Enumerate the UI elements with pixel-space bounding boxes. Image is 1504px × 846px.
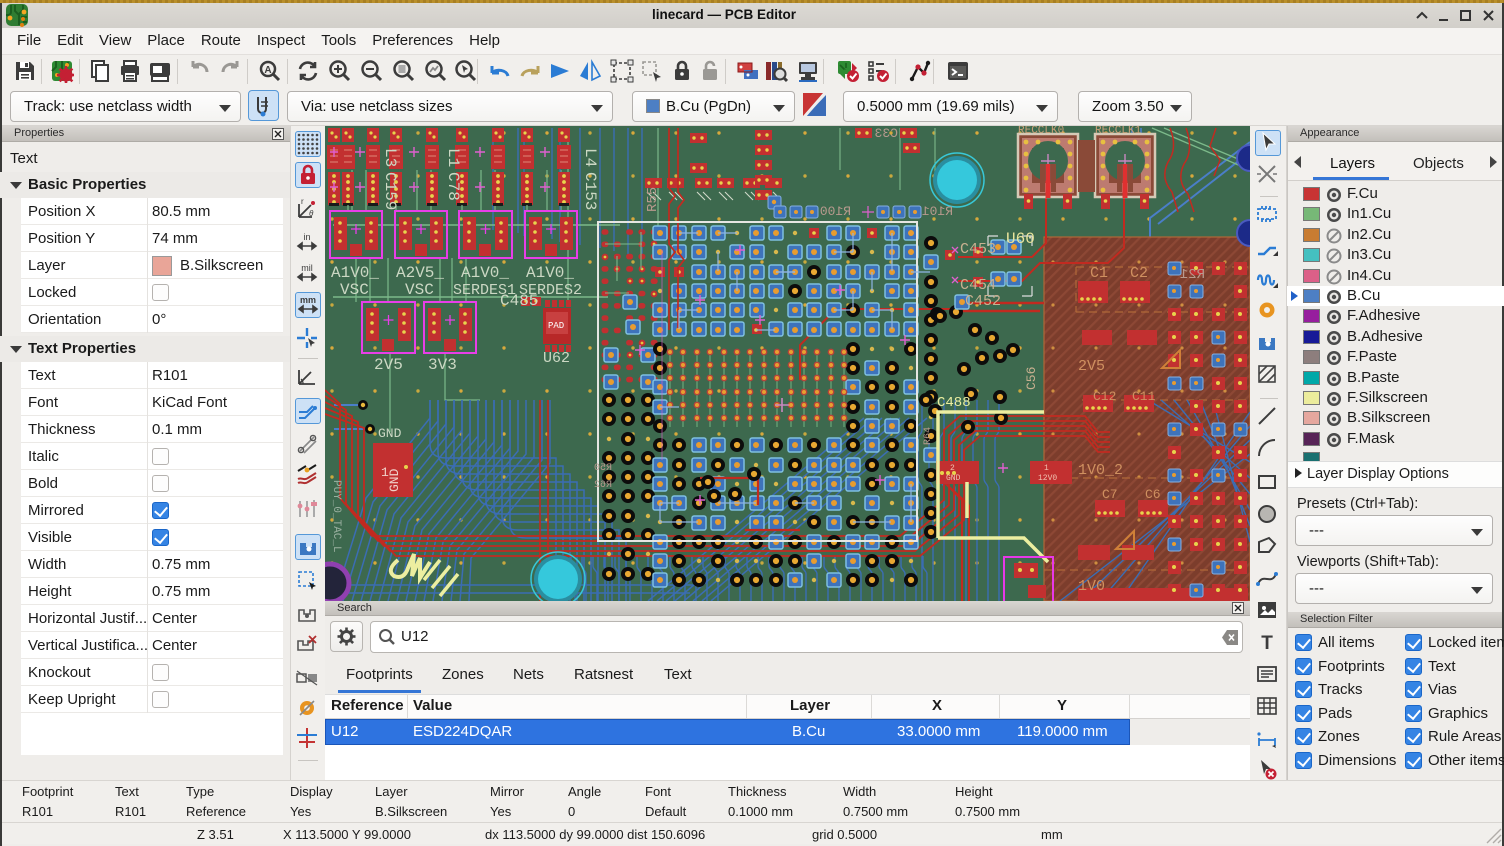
svg-text:C33: C33 (875, 126, 898, 141)
svg-text:12V0: 12V0 (1038, 474, 1057, 483)
svg-text:RECCLK1: RECCLK1 (1095, 126, 1142, 137)
svg-text:R62: R62 (594, 480, 612, 491)
svg-text:C488: C488 (937, 395, 971, 411)
svg-text:R100: R100 (820, 204, 851, 219)
svg-text:A1V0_: A1V0_ (461, 264, 509, 282)
svg-text:R64: R64 (923, 427, 934, 445)
svg-text:RECCLK0: RECCLK0 (1018, 126, 1064, 137)
svg-text:1V0_2: 1V0_2 (1078, 462, 1123, 479)
svg-text:L3: L3 (381, 148, 399, 167)
svg-text:C452: C452 (965, 293, 1001, 310)
svg-text:A1V0_: A1V0_ (526, 264, 574, 282)
svg-text:C453: C453 (960, 241, 996, 258)
svg-text:PAD: PAD (548, 321, 564, 331)
svg-text:VSC: VSC (405, 281, 434, 299)
svg-text:A2V5_: A2V5_ (396, 264, 444, 282)
svg-text:C11: C11 (1132, 389, 1156, 404)
svg-text:C454: C454 (960, 277, 996, 294)
svg-text:1: 1 (1044, 464, 1049, 473)
svg-text:PUY_0_TAC_L: PUY_0_TAC_L (330, 480, 342, 553)
svg-text:2: 2 (950, 464, 955, 473)
svg-text:A: A (264, 65, 271, 76)
svg-text:R101: R101 (922, 204, 953, 219)
svg-text:C78: C78 (444, 172, 462, 201)
svg-text:2V5: 2V5 (374, 356, 403, 374)
svg-text:GND: GND (378, 426, 402, 441)
svg-text:mm: mm (300, 295, 316, 305)
svg-text:L4: L4 (581, 148, 599, 167)
svg-text:C485: C485 (500, 292, 538, 310)
svg-text:C153: C153 (581, 172, 599, 210)
svg-text:C7: C7 (1102, 487, 1118, 502)
svg-text:r: r (301, 197, 304, 206)
svg-text:T: T (1261, 633, 1273, 654)
svg-text:C12: C12 (1093, 389, 1116, 404)
svg-text:GND: GND (946, 474, 961, 483)
svg-text:U60: U60 (1006, 230, 1035, 248)
svg-text:R50: R50 (594, 463, 612, 474)
svg-text:C1: C1 (1090, 265, 1108, 282)
svg-text:in: in (303, 232, 310, 242)
svg-text:mil: mil (301, 263, 313, 273)
svg-text:U62: U62 (543, 350, 570, 367)
svg-text:C159: C159 (381, 172, 399, 210)
svg-text:VSC: VSC (340, 281, 369, 299)
svg-text:A1V0_: A1V0_ (331, 264, 379, 282)
svg-text:C6: C6 (1145, 487, 1161, 502)
svg-text:R55: R55 (645, 187, 661, 212)
svg-text:3V3: 3V3 (428, 356, 457, 374)
svg-text:C56: C56 (1024, 367, 1039, 390)
svg-text:θ: θ (309, 209, 314, 218)
svg-text:R21: R21 (1180, 267, 1205, 283)
svg-text:GND: GND (387, 468, 402, 492)
svg-text:1V0: 1V0 (1078, 578, 1105, 595)
svg-text:2V5: 2V5 (1078, 358, 1105, 375)
svg-text:C2: C2 (1130, 265, 1148, 282)
svg-text:L1: L1 (444, 148, 462, 167)
